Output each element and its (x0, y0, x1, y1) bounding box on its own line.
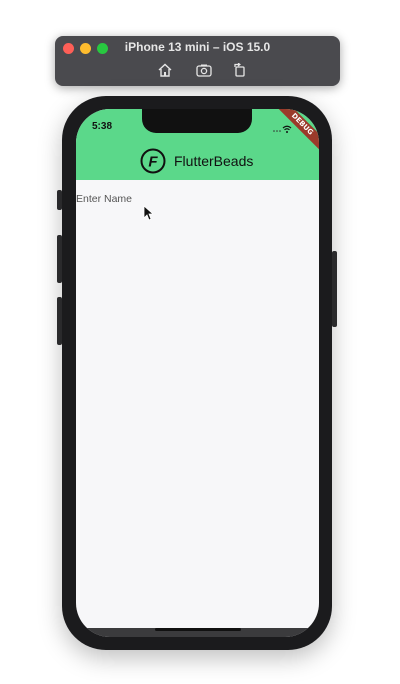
simulator-toolbar: iPhone 13 mini – iOS 15.0 (55, 36, 340, 86)
name-input[interactable] (76, 189, 319, 209)
brand: F FlutterBeads (140, 148, 253, 174)
status-time: 5:38 (92, 121, 113, 132)
volume-down-button (57, 297, 62, 345)
flutterbeads-logo-icon: F (140, 148, 166, 174)
phone-screen: 5:38 DEBUG F FlutterBeads (76, 109, 319, 637)
wifi-icon (271, 121, 293, 133)
app-bar: 5:38 DEBUG F FlutterBeads (76, 109, 319, 180)
mouse-cursor-icon (143, 205, 155, 221)
app-title: FlutterBeads (174, 153, 254, 169)
logo-letter: F (148, 154, 158, 171)
mute-switch (57, 190, 62, 210)
home-icon[interactable] (157, 63, 173, 77)
rotate-icon[interactable] (232, 63, 248, 77)
simulator-title: iPhone 13 mini – iOS 15.0 (124, 40, 271, 54)
notch (142, 109, 252, 133)
home-indicator (155, 628, 241, 631)
volume-up-button (57, 235, 62, 283)
screenshot-icon[interactable] (196, 63, 212, 77)
power-button (332, 251, 337, 327)
